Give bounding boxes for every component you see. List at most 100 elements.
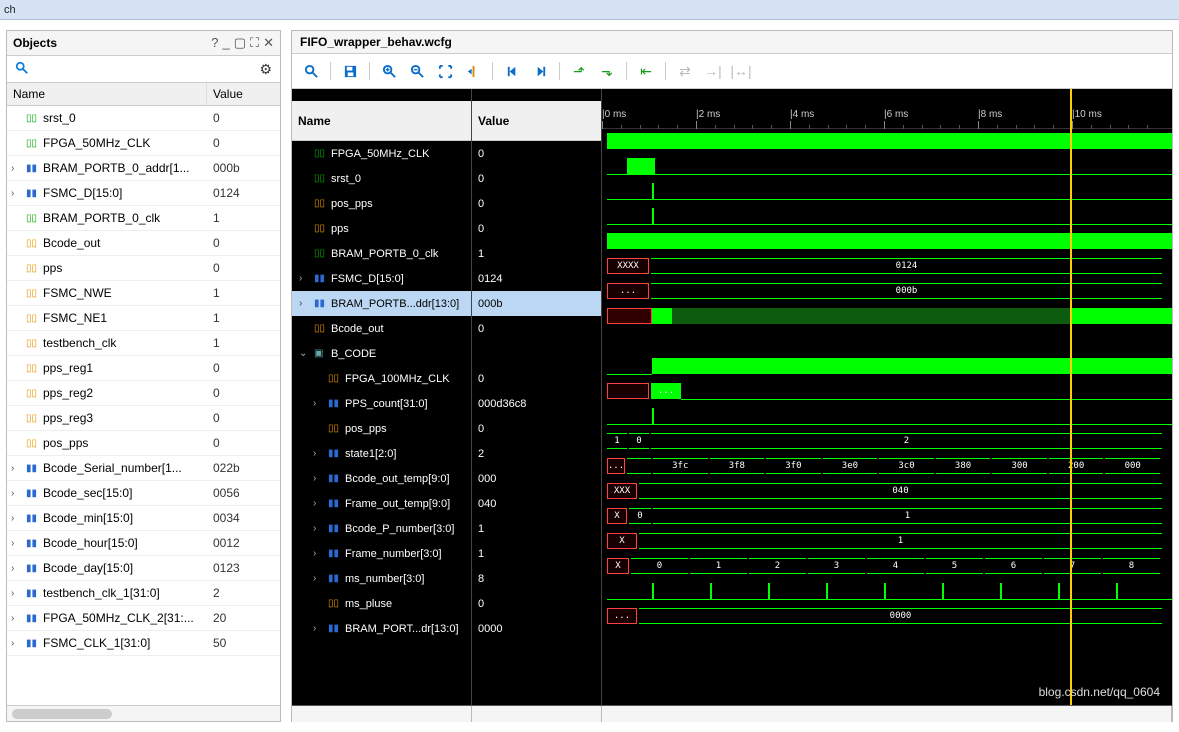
wave-track[interactable]: ...3fc3f83f03e03c0380300200000 [602,454,1172,479]
wave-value-row[interactable]: 1 [472,516,601,541]
help-icon[interactable]: ? [211,35,218,51]
wave-name-row[interactable]: ▯▯FPGA_50MHz_CLK [292,141,471,166]
obj-row[interactable]: ▯▯Bcode_out0 [7,231,280,256]
obj-row[interactable]: ›▮▮Bcode_day[15:0]0123 [7,556,280,581]
wave-name-row[interactable]: ›▮▮Frame_number[3:0] [292,541,471,566]
wave-name-row[interactable]: ›▮▮BRAM_PORTB...ddr[13:0] [292,291,471,316]
wave-track[interactable] [602,154,1172,179]
wave-track[interactable] [602,579,1172,604]
obj-row[interactable]: ▯▯pps_reg20 [7,381,280,406]
obj-row[interactable]: ▯▯pos_pps0 [7,431,280,456]
obj-table-body[interactable]: ▯▯srst_00▯▯FPGA_50MHz_CLK0›▮▮BRAM_PORTB_… [7,106,280,705]
wave-value-row[interactable]: 0 [472,216,601,241]
wave-name-row[interactable]: ›▮▮BRAM_PORT...dr[13:0] [292,616,471,641]
wave-value-row[interactable]: 000b [472,291,601,316]
obj-row[interactable]: ▯▯pps_reg30 [7,406,280,431]
save-icon[interactable] [337,60,363,82]
prev-transition-icon[interactable]: ⇤ [633,60,659,82]
wave-name-row[interactable]: ▯▯pos_pps [292,191,471,216]
wave-value-row[interactable]: 8 [472,566,601,591]
wave-name-row[interactable]: ›▮▮Frame_out_temp[9:0] [292,491,471,516]
wave-name-header[interactable]: Name [292,101,471,141]
wave-track[interactable] [602,229,1172,254]
wave-value-row[interactable]: 0000 [472,616,601,641]
wave-track[interactable] [602,129,1172,154]
obj-row[interactable]: ▯▯FSMC_NWE1 [7,281,280,306]
wave-track[interactable]: ...0000 [602,604,1172,629]
wave-names-rows[interactable]: ▯▯FPGA_50MHz_CLK▯▯srst_0▯▯pos_pps▯▯pps▯▯… [292,141,471,705]
wave-name-row[interactable]: ›▮▮Bcode_P_number[3:0] [292,516,471,541]
wave-value-row[interactable]: 040 [472,491,601,516]
remove-marker-icon[interactable]: ⬎ [594,60,620,82]
close-icon[interactable]: ✕ [263,35,274,51]
wave-track[interactable]: XXXX0124 [602,254,1172,279]
obj-row[interactable]: ›▮▮FPGA_50MHz_CLK_2[31:...20 [7,606,280,631]
wave-track[interactable] [602,329,1172,354]
obj-row[interactable]: ›▮▮FSMC_D[15:0]0124 [7,181,280,206]
next-edge-icon[interactable] [527,60,553,82]
wave-track[interactable] [602,354,1172,379]
wave-value-row[interactable]: 0 [472,416,601,441]
wave-value-row[interactable]: 0 [472,166,601,191]
wave-track[interactable]: X012345678 [602,554,1172,579]
wave-track[interactable] [602,404,1172,429]
add-marker-icon[interactable]: ⬏ [566,60,592,82]
wave-name-row[interactable]: ▯▯pps [292,216,471,241]
obj-row[interactable]: ›▮▮Bcode_hour[15:0]0012 [7,531,280,556]
obj-row[interactable]: ▯▯testbench_clk1 [7,331,280,356]
wave-track[interactable]: X1 [602,529,1172,554]
wave-value-row[interactable]: 0 [472,141,601,166]
wave-name-row[interactable]: ⌄▣B_CODE [292,341,471,366]
obj-row[interactable]: ›▮▮testbench_clk_1[31:0]2 [7,581,280,606]
maximize-icon[interactable]: ⛶ [250,35,259,51]
zoom-out-icon[interactable] [404,60,430,82]
obj-row[interactable]: ›▮▮FSMC_CLK_1[31:0]50 [7,631,280,656]
wave-value-row[interactable]: 1 [472,541,601,566]
wave-value-row[interactable]: 2 [472,441,601,466]
wave-track[interactable]: ...000b [602,279,1172,304]
goto-cursor-icon[interactable] [460,60,486,82]
obj-name-header[interactable]: Name [7,83,207,105]
wave-value-row[interactable]: 0 [472,316,601,341]
wave-value-row[interactable]: 0124 [472,266,601,291]
wave-name-row[interactable]: ▯▯BRAM_PORTB_0_clk [292,241,471,266]
wave-hscroll[interactable] [292,705,1172,721]
wave-value-row[interactable]: 0 [472,591,601,616]
obj-row[interactable]: ▯▯FSMC_NE11 [7,306,280,331]
wave-name-row[interactable]: ›▮▮FSMC_D[15:0] [292,266,471,291]
wave-name-row[interactable]: ›▮▮Bcode_out_temp[9:0] [292,466,471,491]
obj-hscroll[interactable] [7,705,280,721]
obj-value-header[interactable]: Value [207,83,280,105]
wave-name-row[interactable]: ▯▯ms_pluse [292,591,471,616]
zoom-in-icon[interactable] [376,60,402,82]
zoom-search-icon[interactable] [298,60,324,82]
wave-tracks[interactable]: XXXX0124...000b...102...3fc3f83f03e03c03… [602,129,1172,629]
obj-row[interactable]: ›▮▮Bcode_sec[15:0]0056 [7,481,280,506]
wave-value-row[interactable]: 1 [472,241,601,266]
obj-row[interactable]: ›▮▮BRAM_PORTB_0_addr[1...000b [7,156,280,181]
wave-track[interactable]: X01 [602,504,1172,529]
obj-row[interactable]: ›▮▮Bcode_Serial_number[1...022b [7,456,280,481]
wave-name-row[interactable]: ›▮▮state1[2:0] [292,441,471,466]
obj-row[interactable]: ›▮▮Bcode_min[15:0]0034 [7,506,280,531]
obj-row[interactable]: ▯▯pps0 [7,256,280,281]
search-icon[interactable] [11,61,33,78]
wave-value-row[interactable] [472,341,601,366]
wave-value-row[interactable]: 000 [472,466,601,491]
obj-row[interactable]: ▯▯BRAM_PORTB_0_clk1 [7,206,280,231]
obj-row[interactable]: ▯▯pps_reg10 [7,356,280,381]
wave-name-row[interactable]: ›▮▮PPS_count[31:0] [292,391,471,416]
zoom-fit-icon[interactable] [432,60,458,82]
obj-row[interactable]: ▯▯srst_00 [7,106,280,131]
wave-name-row[interactable]: ▯▯Bcode_out [292,316,471,341]
search-input[interactable] [33,60,255,78]
wave-value-row[interactable]: 000d36c8 [472,391,601,416]
wave-name-row[interactable]: ▯▯srst_0 [292,166,471,191]
prev-edge-icon[interactable] [499,60,525,82]
wave-value-header[interactable]: Value [472,101,601,141]
wave-name-row[interactable]: ▯▯pos_pps [292,416,471,441]
wave-track[interactable]: 102 [602,429,1172,454]
wave-track[interactable]: XXX040 [602,479,1172,504]
wave-track[interactable] [602,204,1172,229]
cursor-line[interactable] [1070,89,1072,705]
